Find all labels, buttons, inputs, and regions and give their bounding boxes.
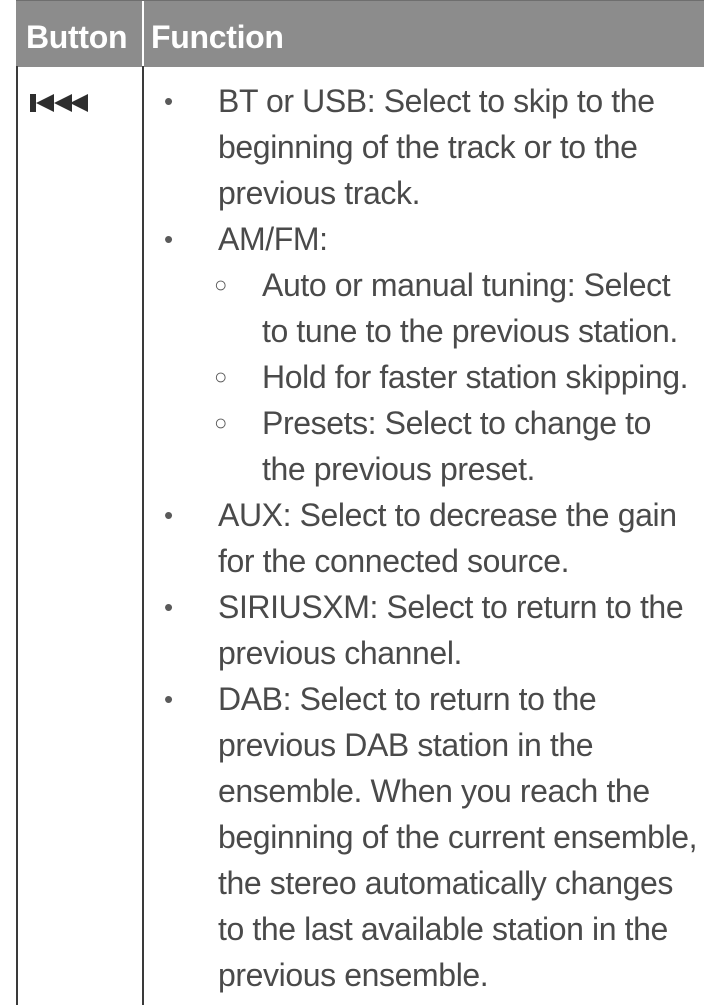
bullet-marker: •: [164, 86, 173, 116]
text-line: Presets: Select to change to: [262, 405, 652, 441]
text-line: Hold for faster station skipping.: [262, 359, 689, 395]
text-line: the previous preset.: [262, 451, 536, 487]
text-line: SIRIUSXM: Select to return to the: [218, 589, 684, 625]
subbullet-marker: ○: [214, 364, 227, 389]
list-item-continuation: the previous preset.: [164, 446, 704, 492]
list-item-dab: • DAB: Select to return to the: [164, 676, 704, 722]
list-item-continuation: previous channel.: [164, 630, 704, 676]
list-item-am-fm: • AM/FM:: [164, 216, 704, 262]
subbullet-marker: ○: [214, 410, 227, 435]
text-line: ensemble. When you reach the: [218, 773, 650, 809]
list-item-continuation: previous DAB station in the: [164, 722, 704, 768]
column-divider: [142, 66, 144, 1005]
sublist-item-hold: ○ Hold for faster station skipping.: [164, 354, 704, 400]
list-item-siriusxm: • SIRIUSXM: Select to return to the: [164, 584, 704, 630]
text-line: AUX: Select to decrease the gain: [218, 497, 677, 533]
previous-track-icon: [30, 88, 110, 118]
function-table: Button Function • BT or USB: Select to s…: [16, 0, 704, 1005]
text-line: AM/FM:: [218, 221, 328, 257]
list-item-continuation: ensemble. When you reach the: [164, 768, 704, 814]
text-line: beginning of the track or to the: [218, 129, 638, 165]
text-line: previous channel.: [218, 635, 463, 671]
list-item-continuation: to tune to the previous station.: [164, 308, 704, 354]
list-item-bt-usb: • BT or USB: Select to skip to the: [164, 78, 704, 124]
text-line: the stereo automatically changes: [218, 865, 674, 901]
list-item-continuation: previous ensemble.: [164, 952, 704, 998]
text-line: DAB: Select to return to the: [218, 681, 597, 717]
sublist-item-tuning: ○ Auto or manual tuning: Select: [164, 262, 704, 308]
list-item-continuation: for the connected source.: [164, 538, 704, 584]
header-function-label: Function: [151, 19, 284, 55]
list-item-continuation: the stereo automatically changes: [164, 860, 704, 906]
text-line: previous DAB station in the: [218, 727, 594, 763]
bullet-marker: •: [164, 224, 173, 254]
header-divider: [142, 1, 144, 67]
list-item-aux: • AUX: Select to decrease the gain: [164, 492, 704, 538]
text-line: Auto or manual tuning: Select: [262, 267, 671, 303]
subbullet-marker: ○: [214, 272, 227, 297]
list-item-continuation: beginning of the current ensemble,: [164, 814, 704, 860]
header-button-label: Button: [26, 19, 128, 55]
text-line: to the last available station in the: [218, 911, 668, 947]
bullet-marker: •: [164, 500, 173, 530]
list-item-continuation: to the last available station in the: [164, 906, 704, 952]
text-line: for the connected source.: [218, 543, 570, 579]
bullet-marker: •: [164, 592, 173, 622]
bullet-marker: •: [164, 684, 173, 714]
list-item-continuation: beginning of the track or to the: [164, 124, 704, 170]
function-content: • BT or USB: Select to skip to the begin…: [164, 78, 704, 998]
text-line: previous ensemble.: [218, 957, 489, 993]
text-line: beginning of the current ensemble,: [218, 819, 698, 855]
text-line: BT or USB: Select to skip to the: [218, 83, 655, 119]
list-item-continuation: previous track.: [164, 170, 704, 216]
text-line: previous track.: [218, 175, 421, 211]
table-left-border: [16, 66, 18, 1005]
sublist-item-presets: ○ Presets: Select to change to: [164, 400, 704, 446]
text-line: to tune to the previous station.: [262, 313, 678, 349]
table-header: Button Function: [16, 0, 704, 67]
